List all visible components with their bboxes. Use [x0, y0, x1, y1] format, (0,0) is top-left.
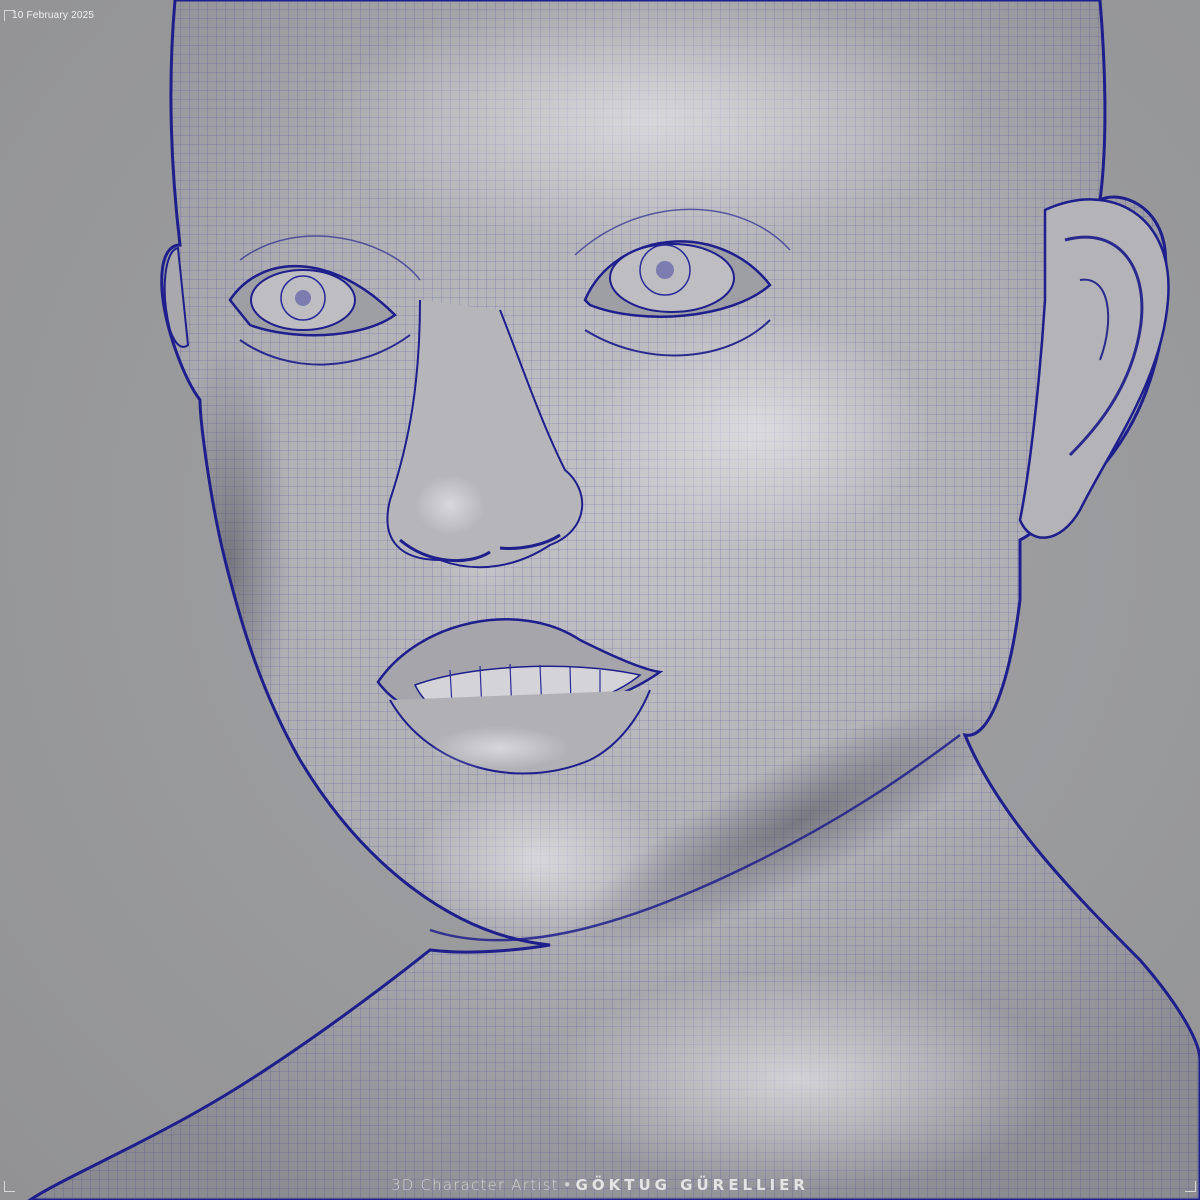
artist-role: 3D Character Artist [391, 1176, 559, 1194]
date-label: 10 February 2025 [12, 10, 95, 21]
render-viewport: 10 February 2025 3D Character Artist • GÖK… [0, 0, 1200, 1200]
head-mesh [28, 0, 1200, 1200]
separator-dot: • [562, 1176, 572, 1194]
artist-credit: 3D Character Artist • GÖKTUG GÜRELLIER [0, 1176, 1200, 1194]
head-wireframe-render [28, 0, 1200, 1200]
artist-name: GÖKTUG GÜRELLIER [575, 1176, 809, 1194]
